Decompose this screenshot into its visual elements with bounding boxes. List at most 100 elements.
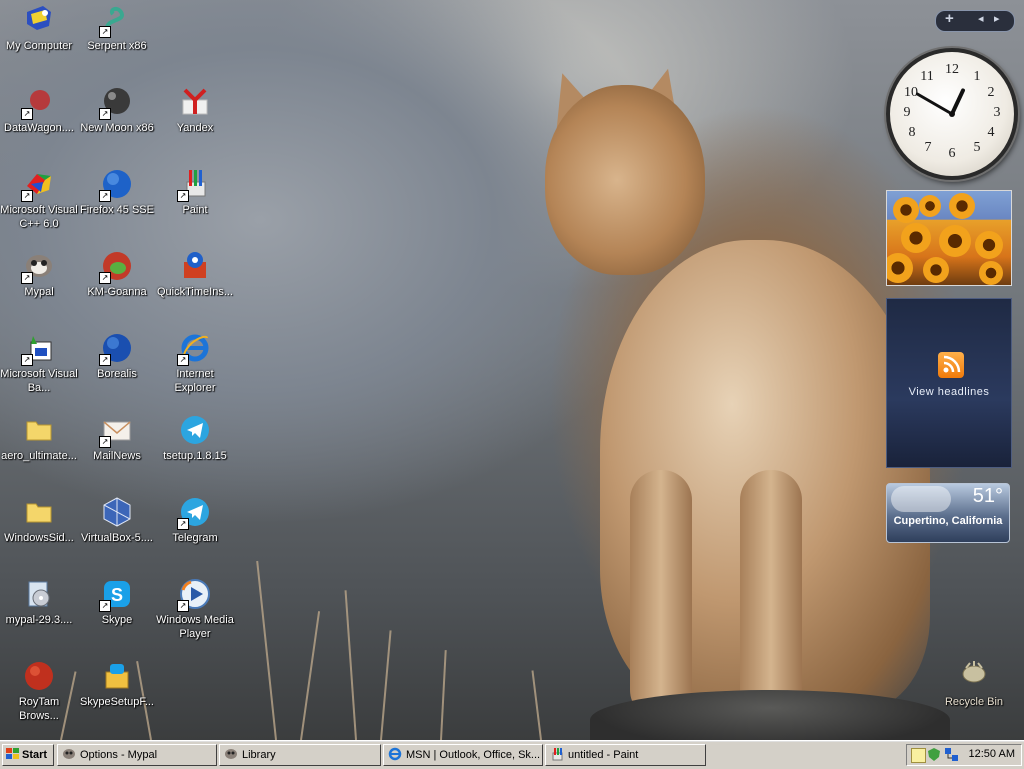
- wallpaper-cougar-head: [545, 85, 705, 275]
- desktop-icon-serpent[interactable]: ↗ Serpent x86: [78, 4, 156, 53]
- internet-explorer-icon: [388, 747, 402, 761]
- desktop-icon-new-moon[interactable]: ↗ New Moon x86: [78, 86, 156, 135]
- shortcut-arrow-icon: ↗: [99, 354, 111, 366]
- virtualbox-icon: [101, 496, 133, 528]
- telegram-icon: ↗: [177, 496, 211, 530]
- rss-feed-icon: [938, 352, 964, 378]
- desktop-icon-visual-cpp[interactable]: ↗ Microsoft Visual C++ 6.0: [0, 168, 78, 231]
- sidebar-controls: + ◂ ▸: [935, 10, 1015, 32]
- mailnews-icon: ↗: [99, 414, 133, 448]
- desktop-icon-paint[interactable]: ↗ Paint: [156, 168, 234, 217]
- clock-hands: [915, 88, 965, 117]
- desktop-icon-datawagon[interactable]: ↗ DataWagon....: [0, 86, 78, 135]
- paint-icon: ↗: [177, 168, 211, 202]
- clock-gadget[interactable]: 12 1 2 3 4 5 6 7 8 9 10 11: [886, 48, 1018, 180]
- weather-gadget[interactable]: 51° Cupertino, California: [886, 483, 1010, 543]
- new-moon-icon: ↗: [99, 86, 133, 120]
- shortcut-arrow-icon: ↗: [99, 190, 111, 202]
- desktop-icon-visual-basic[interactable]: ↗ Microsoft Visual Ba...: [0, 332, 78, 395]
- clock-minute-hand: [915, 92, 954, 116]
- shortcut-arrow-icon: ↗: [21, 190, 33, 202]
- desktop-icon-mailnews[interactable]: ↗ MailNews: [78, 414, 156, 463]
- network-tray-icon[interactable]: [945, 748, 958, 761]
- shortcut-arrow-icon: ↗: [21, 354, 33, 366]
- skype-icon: S ↗: [99, 578, 133, 612]
- next-page-button[interactable]: ▸: [994, 12, 1000, 25]
- desktop-icon-telegram-setup[interactable]: tsetup.1.8.15: [156, 414, 234, 463]
- desktop-icon-quicktime-installer[interactable]: QuickTimeIns...: [156, 250, 234, 299]
- desktop-icon-km-goanna[interactable]: ↗ KM-Goanna: [78, 250, 156, 299]
- slideshow-flower: [901, 223, 931, 253]
- security-tray-icon[interactable]: [928, 748, 941, 761]
- desktop[interactable]: My Computer ↗ DataWagon.... ↗ Microsoft …: [0, 0, 1024, 740]
- my-computer-icon: [23, 4, 55, 36]
- slideshow-flower: [893, 197, 919, 223]
- roytam-browser-icon: [23, 660, 55, 692]
- desktop-icon-virtualbox[interactable]: VirtualBox-5....: [78, 496, 156, 545]
- taskbar-button-paint[interactable]: untitled - Paint: [545, 744, 706, 766]
- wallpaper-grass: [440, 650, 447, 740]
- wallpaper-cougar-leg: [740, 470, 802, 720]
- system-tray: 12:50 AM: [906, 744, 1022, 766]
- weather-location: Cupertino, California: [893, 515, 1003, 527]
- desktop-icon-borealis[interactable]: ↗ Borealis: [78, 332, 156, 381]
- svg-text:S: S: [111, 585, 123, 605]
- folder-icon: [23, 496, 55, 528]
- desktop-icon-firefox[interactable]: ↗ Firefox 45 SSE: [78, 168, 156, 217]
- slideshow-flower: [919, 195, 941, 217]
- visual-cpp-icon: ↗: [21, 168, 55, 202]
- wallpaper-grass: [256, 560, 277, 740]
- desktop-icon-mypal[interactable]: ↗ Mypal: [0, 250, 78, 299]
- desktop-icon-skype-setup[interactable]: SkypeSetupF...: [78, 660, 156, 709]
- shortcut-arrow-icon: ↗: [21, 272, 33, 284]
- slideshow-flower: [887, 253, 913, 283]
- borealis-icon: ↗: [99, 332, 133, 366]
- mypal-icon: ↗: [21, 250, 55, 284]
- taskbar-button-msn[interactable]: MSN | Outlook, Office, Sk...: [383, 744, 543, 766]
- wallpaper-grass: [344, 590, 357, 740]
- start-button[interactable]: Start: [2, 744, 54, 766]
- mypal-icon: [62, 747, 76, 761]
- shortcut-arrow-icon: ↗: [177, 518, 189, 530]
- shortcut-arrow-icon: ↗: [99, 26, 111, 38]
- view-headlines-link[interactable]: View headlines: [887, 386, 1011, 398]
- desktop-icon-windowssidebar-folder[interactable]: WindowsSid...: [0, 496, 78, 545]
- shortcut-arrow-icon: ↗: [177, 190, 189, 202]
- clock-hour-hand: [950, 88, 965, 116]
- feed-headlines-gadget[interactable]: View headlines: [886, 298, 1012, 468]
- desktop-icon-telegram[interactable]: ↗ Telegram: [156, 496, 234, 545]
- desktop-icon-skype[interactable]: S ↗ Skype: [78, 578, 156, 627]
- add-gadget-button[interactable]: +: [945, 10, 954, 27]
- notes-tray-icon[interactable]: [911, 748, 926, 763]
- installer-icon: [23, 578, 55, 610]
- wallpaper-grass: [531, 670, 542, 740]
- telegram-setup-icon: [179, 414, 211, 446]
- desktop-icon-roytam-browser[interactable]: RoyTam Brows...: [0, 660, 78, 723]
- km-goanna-icon: ↗: [99, 250, 133, 284]
- desktop-icon-recycle-bin[interactable]: Recycle Bin: [935, 660, 1013, 709]
- previous-page-button[interactable]: ◂: [978, 12, 984, 25]
- shortcut-arrow-icon: ↗: [99, 272, 111, 284]
- desktop-icon-mypal-installer[interactable]: mypal-29.3....: [0, 578, 78, 627]
- desktop-icon-aero-ultimate-folder[interactable]: aero_ultimate...: [0, 414, 78, 463]
- paint-icon: [550, 747, 564, 761]
- desktop-icon-windows-media-player[interactable]: ↗ Windows Media Player: [156, 578, 234, 641]
- serpent-icon: ↗: [99, 4, 133, 38]
- slideshow-gadget[interactable]: [886, 190, 1012, 286]
- internet-explorer-icon: ↗: [177, 332, 211, 366]
- mypal-icon: [224, 747, 238, 761]
- taskbar-clock[interactable]: 12:50 AM: [969, 748, 1015, 760]
- shortcut-arrow-icon: ↗: [177, 600, 189, 612]
- taskbar-button-library[interactable]: Library: [219, 744, 381, 766]
- desktop-icon-internet-explorer[interactable]: ↗ Internet Explorer: [156, 332, 234, 395]
- windows-media-player-icon: ↗: [177, 578, 211, 612]
- wallpaper-grass: [300, 611, 321, 740]
- slideshow-flower: [949, 193, 975, 219]
- taskbar-button-options-mypal[interactable]: Options - Mypal: [57, 744, 217, 766]
- desktop-icon-my-computer[interactable]: My Computer: [0, 4, 78, 53]
- quicktime-installer-icon: [179, 250, 211, 282]
- slideshow-flower: [975, 231, 1003, 259]
- desktop-icon-yandex[interactable]: Yandex: [156, 86, 234, 135]
- clock-center-pin: [949, 111, 955, 117]
- taskbar: Start Options - Mypal Library MSN | Outl…: [0, 740, 1024, 769]
